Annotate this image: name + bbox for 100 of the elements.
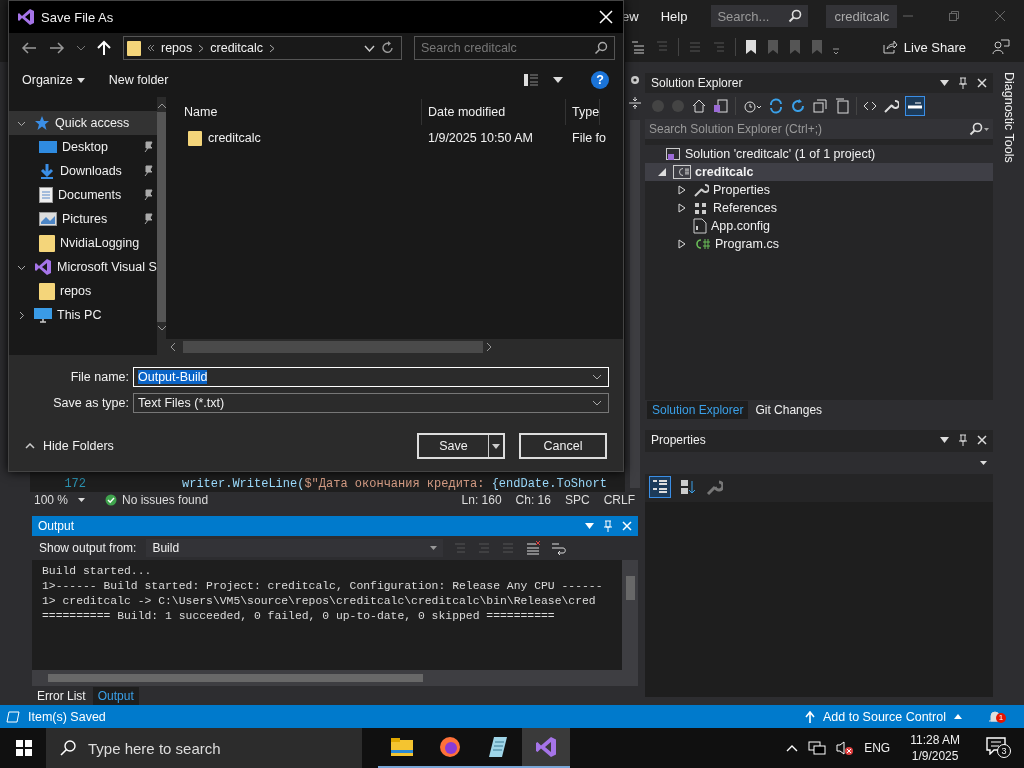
breadcrumb-item[interactable]: repos — [161, 41, 193, 55]
pin-icon[interactable] — [958, 434, 968, 446]
copy-icon[interactable] — [834, 98, 850, 114]
output-source-dropdown[interactable]: Build — [146, 539, 444, 557]
scroll-right-icon[interactable] — [487, 343, 492, 351]
tree-item[interactable]: App.config — [645, 217, 993, 235]
code-icon[interactable] — [863, 99, 877, 113]
file-name-field[interactable]: Output-Build — [133, 367, 609, 387]
search-field[interactable]: Search creditcalc — [414, 36, 615, 60]
nav-item[interactable]: Microsoft Visual S — [9, 255, 157, 279]
bookmark-icon[interactable] — [744, 39, 758, 55]
expand-arrow-icon[interactable] — [677, 203, 687, 213]
menu-item[interactable]: Help — [660, 8, 696, 24]
double-chevron-icon[interactable] — [147, 44, 155, 52]
clock[interactable]: 11:28 AM 1/9/2025 — [910, 732, 960, 764]
side-tab[interactable]: Diagnostic Tools — [1001, 72, 1016, 705]
refresh-icon[interactable] — [790, 98, 806, 114]
tree-item[interactable]: Program.cs — [645, 235, 993, 253]
source-control-button[interactable]: Add to Source Control — [805, 709, 962, 724]
scrollbar[interactable] — [156, 97, 167, 355]
expand-arrow-icon[interactable] — [677, 239, 687, 249]
nav-item[interactable]: Pictures — [9, 207, 157, 231]
panel-tab[interactable]: Git Changes — [750, 401, 828, 419]
pin-icon[interactable] — [958, 77, 968, 89]
chevron-right-icon[interactable] — [198, 43, 205, 53]
save-button[interactable]: Save — [417, 433, 505, 459]
toolbar-icon[interactable] — [630, 39, 646, 55]
chevron-right-icon[interactable] — [269, 43, 276, 53]
speaker-muted-icon[interactable] — [836, 740, 855, 756]
column-header[interactable]: Date modified — [422, 99, 566, 125]
feedback-icon[interactable] — [992, 38, 1010, 56]
action-center-button[interactable]: 3 — [984, 735, 1012, 761]
expand-arrow-icon[interactable] — [657, 167, 667, 177]
wrench-icon[interactable] — [883, 98, 899, 114]
sort-alphabetical-icon[interactable] — [679, 478, 697, 496]
file-name[interactable]: creditcalc — [208, 131, 261, 145]
address-bar[interactable]: repos creditcalc — [123, 36, 402, 60]
expand-arrow-icon[interactable] — [677, 185, 687, 195]
language-indicator[interactable]: ENG — [864, 741, 891, 755]
file-type-dropdown[interactable]: Text Files (*.txt) — [133, 393, 609, 413]
panel-tab[interactable]: Error List — [32, 686, 91, 705]
tree-item[interactable]: Properties — [645, 181, 993, 199]
pending-changes-icon[interactable] — [742, 98, 762, 114]
scroll-down-icon[interactable] — [157, 326, 166, 331]
panel-tab[interactable]: Solution Explorer — [647, 401, 749, 419]
column-header[interactable]: Name — [166, 99, 422, 125]
nav-item[interactable]: Desktop — [9, 135, 157, 159]
settings-icon[interactable] — [629, 74, 641, 86]
pin-icon[interactable] — [142, 165, 153, 177]
scrollbar[interactable] — [32, 670, 638, 686]
organize-button[interactable]: Organize — [17, 69, 90, 91]
pin-icon[interactable] — [142, 189, 153, 201]
caret-icon[interactable] — [553, 77, 563, 83]
tree-item[interactable]: creditcalc — [645, 163, 993, 181]
breadcrumb-item[interactable]: creditcalc — [210, 41, 264, 55]
pin-icon[interactable] — [142, 141, 153, 153]
split-icon[interactable] — [628, 96, 642, 110]
panel-tab[interactable]: Output — [92, 686, 139, 705]
start-button[interactable] — [16, 740, 32, 756]
solutions-view-icon[interactable] — [713, 98, 729, 114]
up-arrow-icon[interactable] — [97, 40, 111, 56]
search-field[interactable]: Search... — [711, 5, 809, 27]
hide-folders-button[interactable]: Hide Folders — [19, 438, 120, 454]
scroll-left-icon[interactable] — [170, 343, 175, 351]
pin-icon[interactable] — [142, 213, 153, 225]
view-options-icon[interactable] — [523, 73, 539, 87]
zoom-level[interactable]: 100 % — [34, 493, 86, 507]
search-field[interactable]: Search Solution Explorer (Ctrl+;) — [645, 119, 993, 139]
tree-item[interactable]: References — [645, 199, 993, 217]
nav-item[interactable]: NvidiaLogging — [9, 231, 157, 255]
property-pages-icon[interactable] — [705, 478, 723, 496]
live-share-button[interactable]: Live Share — [877, 37, 970, 57]
line-ending-indicator[interactable]: CRLF — [603, 493, 635, 507]
scrollbar[interactable] — [166, 339, 623, 355]
tree-item[interactable]: Solution 'creditcalc' (1 of 1 project) — [645, 145, 993, 163]
scroll-up-icon[interactable] — [157, 103, 166, 108]
column-header[interactable]: Type — [566, 99, 601, 125]
categorized-icon[interactable] — [649, 476, 671, 498]
caret-icon[interactable] — [786, 744, 799, 752]
whitespace-indicator[interactable]: SPC — [564, 493, 590, 507]
word-wrap-icon[interactable] — [551, 541, 568, 555]
collapse-all-icon[interactable] — [812, 98, 828, 114]
notifications-button[interactable]: 1 — [988, 709, 1002, 724]
dropdown-icon[interactable] — [940, 80, 949, 86]
recent-locations-icon[interactable] — [77, 45, 85, 51]
help-button[interactable]: ? — [591, 71, 609, 89]
nav-item[interactable]: repos — [9, 279, 157, 303]
scrollbar[interactable] — [622, 560, 638, 670]
preview-icon[interactable] — [905, 96, 925, 116]
taskbar-search-field[interactable]: Type here to search — [46, 728, 362, 768]
nav-item[interactable]: This PC — [9, 303, 157, 327]
network-icon[interactable] — [808, 740, 827, 756]
nav-item[interactable]: Quick access — [9, 111, 157, 135]
home-icon[interactable] — [691, 98, 707, 114]
dropdown-icon[interactable] — [940, 437, 949, 443]
refresh-icon[interactable] — [381, 41, 395, 55]
nav-item[interactable]: Documents — [9, 183, 157, 207]
new-folder-button[interactable]: New folder — [103, 69, 174, 91]
scrollbar[interactable] — [630, 120, 640, 488]
clear-all-icon[interactable] — [525, 540, 542, 556]
